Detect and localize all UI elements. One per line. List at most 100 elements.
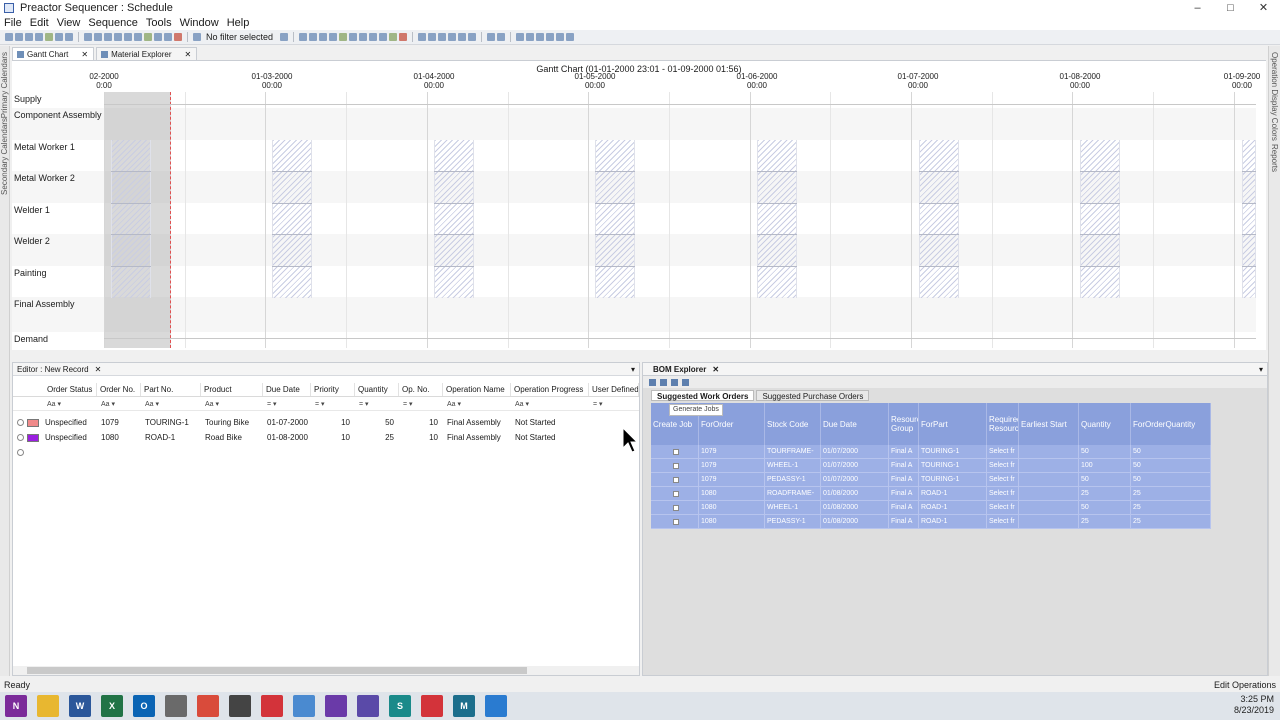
layout-icon[interactable] [526, 33, 535, 41]
refresh-icon[interactable] [45, 33, 53, 41]
table-cell[interactable]: PEDASSY-1 [765, 515, 821, 528]
undo-icon[interactable] [55, 33, 63, 41]
table-cell[interactable]: TOURFRAME- [765, 445, 821, 458]
bom-column-header[interactable]: Stock Code [765, 403, 821, 445]
table-cell[interactable] [1019, 459, 1079, 472]
navigate-icon[interactable] [468, 33, 477, 41]
excel-icon[interactable]: X [101, 695, 123, 717]
menu-help[interactable]: Help [223, 16, 254, 30]
settings-icon[interactable] [164, 33, 172, 41]
zoom-icon[interactable] [329, 33, 338, 41]
sum-icon[interactable] [671, 378, 678, 386]
table-cell[interactable]: 50 [1131, 445, 1211, 458]
bom-column-header[interactable]: Resource Group [889, 403, 919, 445]
editor-column-header[interactable]: Product [201, 383, 263, 396]
table-cell[interactable]: 01/08/2000 [821, 501, 889, 514]
table-cell[interactable]: 01/08/2000 [821, 515, 889, 528]
create-job-cell[interactable] [651, 487, 699, 500]
gantt-row[interactable] [12, 297, 1256, 332]
grid-icon[interactable] [84, 33, 92, 41]
visual-studio-icon[interactable] [325, 695, 347, 717]
app-cam-icon[interactable] [485, 695, 507, 717]
redo-icon[interactable] [65, 33, 73, 41]
table-cell[interactable]: 1079 [699, 459, 765, 472]
gantt-row[interactable] [12, 108, 1256, 140]
table-cell[interactable]: ROAD-1 [919, 501, 987, 514]
table-cell[interactable]: PEDASSY-1 [765, 473, 821, 486]
editor-column-header[interactable]: Operation Name [443, 383, 511, 396]
table-cell[interactable]: 50 [1079, 445, 1131, 458]
grid-icon[interactable] [94, 33, 102, 41]
bom-column-header[interactable]: Required Resource [987, 403, 1019, 445]
table-cell[interactable]: Final A [889, 515, 919, 528]
gantt-body[interactable]: Supply Component Assembly Metal Worker 1 Me… [12, 92, 1266, 348]
table-cell[interactable]: 25 [1131, 501, 1211, 514]
create-job-cell[interactable] [651, 515, 699, 528]
menu-file[interactable]: File [0, 16, 26, 30]
column-filter-selector[interactable]: = ▾ [355, 399, 399, 410]
table-cell[interactable]: 1079 [98, 418, 142, 427]
column-filter-selector[interactable]: = ▾ [399, 399, 443, 410]
table-cell[interactable] [1019, 473, 1079, 486]
table-cell[interactable]: 25 [1079, 487, 1131, 500]
navigate-icon[interactable] [458, 33, 467, 41]
scroll-thumb[interactable] [27, 667, 527, 674]
table-cell[interactable] [1019, 487, 1079, 500]
tab-secondary-calendars[interactable]: Secondary Calendars [0, 118, 10, 195]
preactor-2-icon[interactable] [421, 695, 443, 717]
sequence-icon[interactable] [379, 33, 388, 41]
table-cell[interactable]: 01/07/2000 [821, 473, 889, 486]
table-cell[interactable]: 50 [1079, 501, 1131, 514]
menu-view[interactable]: View [53, 16, 85, 30]
layout-icon[interactable] [516, 33, 525, 41]
bom-column-header[interactable]: Quantity [1079, 403, 1131, 445]
table-cell[interactable]: Final Assembly [444, 433, 512, 442]
tab-operation-display-colors[interactable]: Operation Display Colors [1270, 52, 1279, 141]
create-job-checkbox[interactable] [672, 491, 679, 497]
column-filter-selector[interactable]: Aa ▾ [97, 399, 141, 410]
tab-reports[interactable]: Reports [1270, 144, 1279, 172]
chart-icon[interactable] [154, 33, 162, 41]
editor-column-header[interactable]: Part No. [141, 383, 201, 396]
table-row[interactable]: 1079 WHEEL-1 01/07/2000 Final A TOURING-1 Sel… [651, 459, 1211, 473]
navigate-icon[interactable] [448, 33, 457, 41]
bom-column-header[interactable]: ForOrderQuantity [1131, 403, 1211, 445]
column-filter-selector[interactable]: Aa ▾ [443, 399, 511, 410]
close-editor-icon[interactable]: ✕ [95, 363, 102, 375]
sequence-icon[interactable] [349, 33, 358, 41]
tab-suggested-work-orders[interactable]: Suggested Work Orders [651, 390, 755, 401]
tools-icon[interactable] [165, 695, 187, 717]
zoom-icon[interactable] [299, 33, 308, 41]
row-select-radio[interactable] [17, 434, 24, 441]
refresh-icon[interactable] [649, 378, 656, 386]
column-filter-selector[interactable]: = ▾ [589, 399, 639, 410]
editor-column-header[interactable]: Order No. [97, 383, 141, 396]
create-job-cell[interactable] [651, 459, 699, 472]
table-cell[interactable]: ROAD-1 [142, 433, 202, 442]
bom-column-header[interactable]: Due Date [821, 403, 889, 445]
table-cell[interactable]: ROAD-1 [919, 487, 987, 500]
zoom-icon[interactable] [309, 33, 318, 41]
table-cell[interactable]: 10 [312, 433, 356, 442]
sequence-icon[interactable] [389, 33, 398, 41]
bom-column-header[interactable]: ForPart [919, 403, 987, 445]
system-clock[interactable]: 3:25 PM 8/23/2019 [1234, 694, 1274, 716]
onenote-icon[interactable]: N [5, 695, 27, 717]
table-cell[interactable]: 1079 [699, 473, 765, 486]
table-cell[interactable]: 01-07-2000 [264, 418, 312, 427]
table-cell[interactable] [1019, 515, 1079, 528]
chart-icon[interactable] [144, 33, 152, 41]
table-cell[interactable]: Final A [889, 445, 919, 458]
minimize-button[interactable]: – [1181, 0, 1214, 16]
navigate-icon[interactable] [418, 33, 427, 41]
table-cell[interactable]: Unspecified [42, 433, 98, 442]
save-icon[interactable] [25, 33, 33, 41]
table-cell[interactable]: Final A [889, 473, 919, 486]
table-row[interactable]: 1079 TOURFRAME- 01/07/2000 Final A TOURING-1… [651, 445, 1211, 459]
filter-selector[interactable]: No filter selected [206, 32, 273, 42]
column-filter-selector[interactable]: = ▾ [263, 399, 311, 410]
table-row[interactable]: 1080 PEDASSY-1 01/08/2000 Final A ROAD-1 Sele… [651, 515, 1211, 529]
editor-column-header[interactable]: Due Date [263, 383, 311, 396]
table-cell[interactable]: Select fr [987, 515, 1019, 528]
menu-window[interactable]: Window [176, 16, 223, 30]
